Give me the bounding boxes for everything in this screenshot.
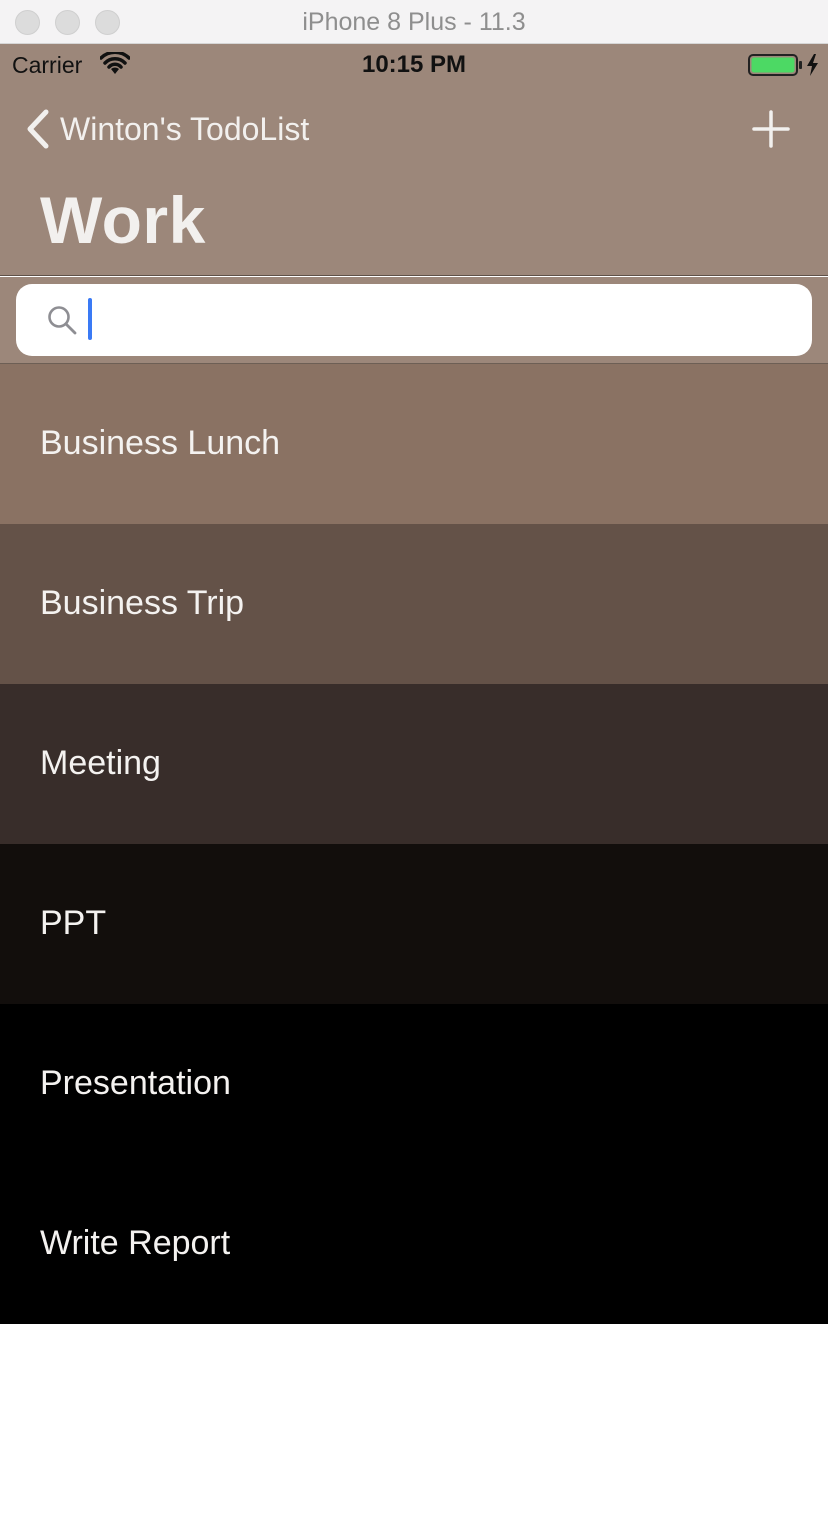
chevron-left-icon (27, 109, 49, 149)
search-input[interactable] (86, 294, 786, 346)
list-item-label: Presentation (40, 1064, 231, 1102)
list-item[interactable]: Presentation (0, 1004, 828, 1164)
list-item-label: Business Lunch (40, 424, 281, 462)
list-item[interactable]: Write Report (0, 1164, 828, 1324)
list-item-label: Write Report (40, 1224, 231, 1262)
list-item-label: PPT (40, 904, 107, 942)
page-title: Work (40, 183, 206, 257)
simulator-window: iPhone 8 Plus - 11.3 Carrier 10:15 PM Wi… (0, 0, 828, 1516)
navigation-bar: Winton's TodoList (0, 102, 828, 156)
back-button-label: Winton's TodoList (60, 110, 310, 147)
list-item[interactable]: Business Lunch (0, 364, 828, 524)
plus-icon[interactable] (748, 106, 794, 152)
list-item[interactable]: Meeting (0, 684, 828, 844)
status-bar: Carrier 10:15 PM (0, 44, 828, 86)
todo-list: Business Lunch Business Trip Meeting PPT… (0, 364, 828, 1324)
back-button[interactable]: Winton's TodoList (22, 106, 309, 152)
window-title: iPhone 8 Plus - 11.3 (302, 8, 526, 36)
list-item-label: Business Trip (40, 584, 245, 622)
window-title-bar: iPhone 8 Plus - 11.3 (0, 0, 828, 44)
list-item[interactable]: Business Trip (0, 524, 828, 684)
text-cursor (88, 298, 92, 340)
navigation-header: Carrier 10:15 PM Winton's TodoList Work (0, 44, 828, 276)
list-item-label: Meeting (40, 744, 161, 782)
battery-charging-icon (748, 54, 818, 76)
search-field[interactable] (16, 284, 812, 356)
list-item[interactable]: PPT (0, 844, 828, 1004)
search-icon (48, 306, 77, 335)
search-bar (0, 277, 828, 364)
status-time: 10:15 PM (361, 51, 467, 78)
